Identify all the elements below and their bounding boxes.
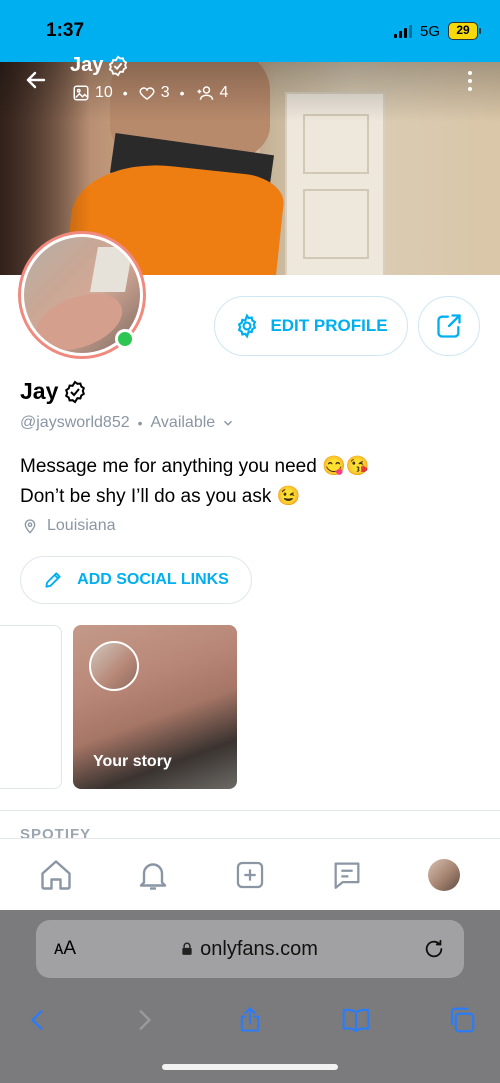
nav-profile[interactable] <box>414 845 474 905</box>
pencil-icon <box>45 572 61 588</box>
cover-name-text: Jay <box>70 54 104 76</box>
add-social-links-label: ADD SOCIAL LINKS <box>77 571 229 588</box>
likes-count: 3 <box>138 84 170 102</box>
nav-new-post[interactable] <box>220 845 280 905</box>
status-time: 1:37 <box>46 20 85 41</box>
verified-icon <box>109 55 128 76</box>
cover-title: Jay <box>70 54 129 77</box>
bell-icon <box>139 862 167 890</box>
browser-back-button[interactable] <box>20 1002 56 1038</box>
browser-bookmarks-button[interactable] <box>338 1002 374 1038</box>
network-type: 5G <box>419 22 440 40</box>
nav-home[interactable] <box>26 845 86 905</box>
url-display: onlyfans.com <box>76 938 422 961</box>
home-icon <box>41 859 72 890</box>
add-social-links-button[interactable]: ADD SOCIAL LINKS <box>20 556 252 604</box>
edit-profile-button[interactable]: EDIT PROFILE <box>214 296 408 356</box>
battery-icon: 29 <box>448 22 481 40</box>
message-icon <box>334 862 360 889</box>
browser-toolbar: ᴀA onlyfans.com <box>0 910 500 1083</box>
nav-avatar <box>427 858 460 891</box>
book-icon <box>342 1008 370 1033</box>
more-options-button[interactable] <box>460 66 480 96</box>
nav-notifications[interactable] <box>123 845 183 905</box>
url-text: onlyfans.com <box>200 937 318 960</box>
cover-stats: 10 • 3 • 4 <box>72 84 228 102</box>
chevron-left-icon <box>30 1010 43 1030</box>
add-story-card[interactable] <box>0 625 62 789</box>
back-button[interactable] <box>20 64 52 96</box>
browser-tabs-button[interactable] <box>444 1002 480 1038</box>
share-upload-icon <box>240 1007 260 1032</box>
nav-messages[interactable] <box>317 845 377 905</box>
story-avatar <box>89 641 139 691</box>
plus-square-icon <box>236 861 264 888</box>
image-icon <box>73 85 89 101</box>
share-icon <box>437 314 461 338</box>
gear-icon <box>238 313 257 339</box>
browser-tools <box>0 994 500 1046</box>
posts-count: 10 <box>72 84 113 102</box>
handle-row: @jaysworld852 • Available <box>20 414 235 432</box>
bottom-nav <box>0 838 500 910</box>
heart-icon <box>139 87 155 100</box>
fans-icon <box>197 86 213 100</box>
fans-count: 4 <box>195 84 228 102</box>
share-profile-button[interactable] <box>418 296 480 356</box>
spotify-section-title: SPOTIFY <box>20 826 92 838</box>
chevron-right-icon <box>139 1010 152 1030</box>
browser-forward-button[interactable] <box>126 1002 162 1038</box>
home-indicator <box>162 1064 338 1070</box>
your-story-card[interactable]: Your story <box>73 625 237 789</box>
status-indicators: 5G 29 <box>393 22 481 40</box>
online-status-dot <box>115 329 135 349</box>
your-story-label: Your story <box>93 753 172 770</box>
edit-profile-label: EDIT PROFILE <box>270 316 388 335</box>
more-vertical-icon <box>468 71 472 75</box>
profile-name-text: Jay <box>20 378 59 404</box>
availability-label: Available <box>150 414 216 431</box>
bio-line-1: Message me for anything you need 😋😘 <box>20 456 370 477</box>
profile-location: Louisiana <box>22 517 116 535</box>
profile-handle: @jaysworld852 <box>20 414 130 431</box>
section-divider <box>0 810 500 811</box>
profile-bio: Message me for anything you need 😋😘 Don’… <box>20 452 490 512</box>
browser-share-button[interactable] <box>232 1002 268 1038</box>
location-text: Louisiana <box>47 517 116 534</box>
profile-name: Jay <box>20 378 87 405</box>
chevron-down-icon <box>224 420 233 426</box>
lock-icon <box>182 942 192 955</box>
status-bar: 1:37 5G 29 <box>0 0 500 62</box>
tabs-icon <box>450 1007 475 1033</box>
bio-line-2: Don’t be shy I’ll do as you ask 😉 <box>20 486 301 507</box>
signal-icon <box>393 24 412 38</box>
reload-button[interactable] <box>422 937 446 961</box>
verified-icon <box>65 380 86 403</box>
back-arrow-icon <box>26 71 46 89</box>
text-size-button[interactable]: ᴀA <box>54 938 76 960</box>
location-pin-icon <box>24 519 36 534</box>
address-bar[interactable]: ᴀA onlyfans.com <box>36 920 464 978</box>
reload-icon <box>425 939 443 958</box>
availability-dropdown[interactable]: Available <box>151 414 236 432</box>
